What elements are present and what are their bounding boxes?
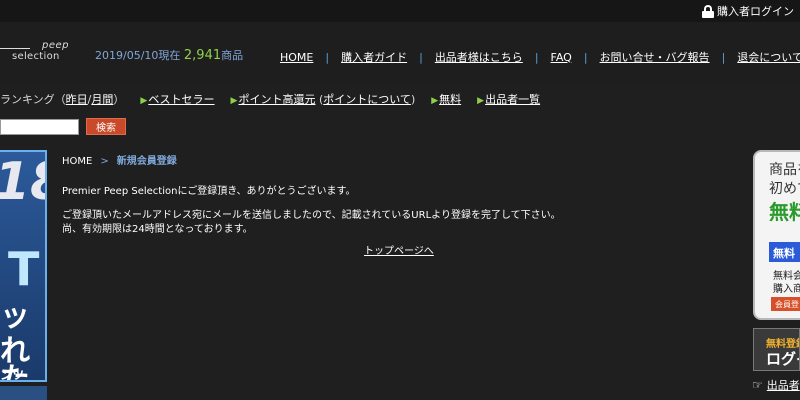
pointing-hand-icon: ☞ (752, 378, 763, 392)
product-count-suffix: 商品 (221, 49, 244, 62)
free-badge: 無料 (769, 242, 800, 262)
points-about-link[interactable]: ポイントについて (323, 93, 411, 106)
date-label: 2019/05/10現在 (95, 49, 181, 62)
right-login-banner[interactable]: 無料登録 ログイ (753, 328, 800, 371)
thanks-message: Premier Peep Selectionにご登録頂き、ありがとうございます。 (62, 186, 356, 197)
right-register-banner[interactable]: 商品を 初めて 無料 無料 無料会 購入商 会員登 (753, 150, 800, 320)
bestseller-link[interactable]: ベストセラー (148, 93, 214, 106)
ranking-month-link[interactable]: 月間 (91, 93, 113, 106)
main-nav: HOME | 購入者ガイド | 出品者様はこちら | FAQ | お問い合せ・バ… (280, 49, 800, 65)
logo-text-bottom: selection (12, 51, 60, 62)
free-link[interactable]: 無料 (439, 93, 461, 106)
lock-icon (702, 4, 714, 18)
search-button[interactable]: 検索 (86, 118, 126, 135)
nav-contact[interactable]: お問い合せ・バグ報告 (600, 49, 710, 65)
logo-text-top: peep (42, 40, 69, 51)
expiry-message: 尚、有効期限は24時間となっております。 (62, 224, 253, 235)
nav-sellers[interactable]: 出品者様はこちら (435, 49, 523, 65)
header: peep selection 2019/05/10現在 2,941商品 HOME… (0, 22, 800, 82)
arrow-right-icon: ▶ (140, 96, 148, 106)
sub-nav: ランキング（昨日/月間） ▶ベストセラー ▶ポイント高還元 (ポイントについて)… (0, 91, 556, 107)
left-promo-banner-2[interactable] (0, 386, 47, 400)
register-button[interactable]: 会員登 (771, 297, 800, 311)
product-count-info: 2019/05/10現在 2,941商品 (95, 47, 243, 63)
points-high-link[interactable]: ポイント高還元 (238, 93, 315, 106)
buyer-login-label: 購入者ログイン (717, 5, 794, 18)
search-input[interactable] (0, 119, 79, 135)
arrow-right-icon: ▶ (230, 96, 238, 106)
site-logo[interactable]: peep selection (0, 40, 80, 62)
top-bar: 購入者ログイン (0, 0, 800, 22)
ranking-group: ランキング（昨日/月間） (0, 93, 125, 106)
breadcrumb: HOME > 新規会員登録 (62, 156, 177, 167)
product-count: 2,941 (183, 48, 222, 63)
email-sent-message: ご登録頂いたメールアドレス宛にメールを送信しましたので、記載されているURLより… (62, 210, 561, 221)
nav-withdraw[interactable]: 退会について (737, 49, 800, 65)
seller-list-link[interactable]: 出品者一覧 (485, 93, 540, 106)
nav-home[interactable]: HOME (280, 51, 313, 64)
arrow-right-icon: ▶ (477, 96, 485, 106)
breadcrumb-home[interactable]: HOME (62, 156, 92, 167)
nav-buyer-guide[interactable]: 購入者ガイド (341, 49, 407, 65)
ranking-yesterday-link[interactable]: 昨日 (66, 93, 88, 106)
buyer-login-link[interactable]: 購入者ログイン (702, 3, 794, 19)
seller-link[interactable]: 出品者 (767, 377, 800, 393)
seller-link-row: ☞ 出品者 (752, 377, 800, 393)
breadcrumb-current: 新規会員登録 (116, 156, 177, 167)
sellers-group: ▶出品者一覧 (477, 91, 540, 107)
bestseller-group: ▶ベストセラー (140, 91, 214, 107)
free-group: ▶無料 (431, 91, 461, 107)
left-promo-banner[interactable]: 18 T ッ れた ンツ (0, 150, 47, 382)
nav-faq[interactable]: FAQ (551, 51, 572, 64)
points-group: ▶ポイント高還元 (ポイントについて) (230, 93, 416, 106)
arrow-right-icon: ▶ (431, 96, 439, 106)
top-page-link[interactable]: トップページへ (364, 242, 434, 257)
